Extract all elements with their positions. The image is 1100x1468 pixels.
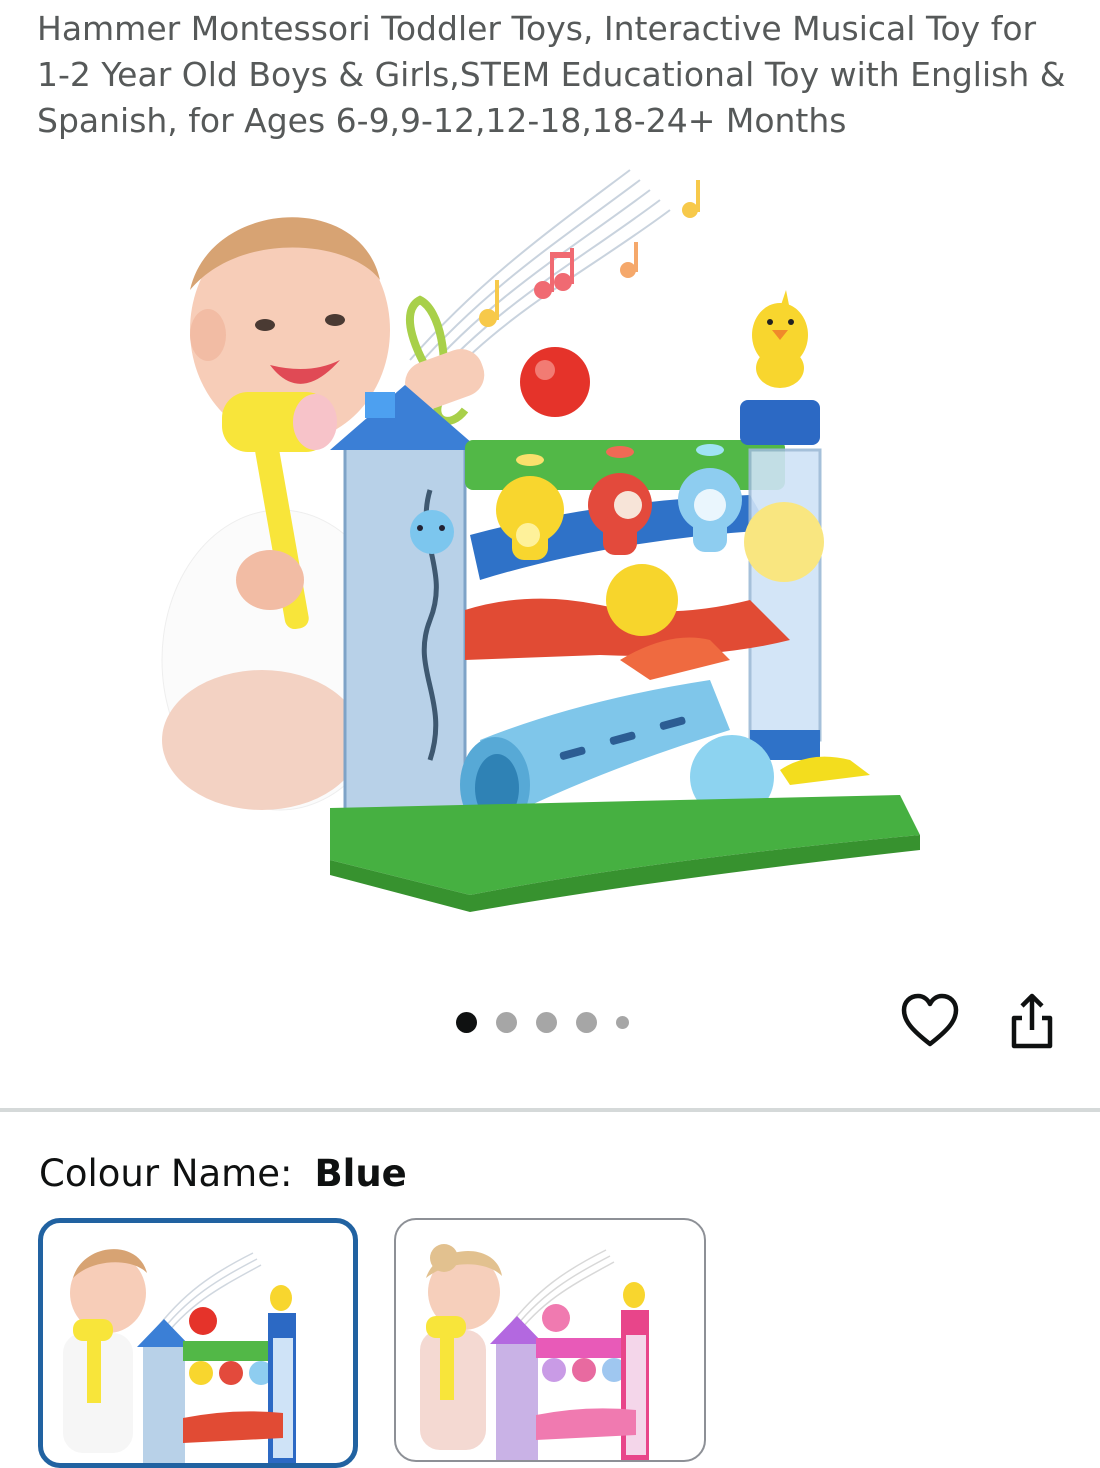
carousel-dot-4[interactable] — [576, 1011, 597, 1033]
toy-characters — [470, 468, 770, 580]
carousel-dot-1[interactable] — [456, 1011, 477, 1033]
colour-swatch-pink[interactable] — [394, 1218, 706, 1462]
section-divider — [0, 1108, 1100, 1112]
share-button[interactable] — [1000, 990, 1064, 1054]
colour-name-value: Blue — [314, 1152, 407, 1195]
toy-right-column — [740, 290, 824, 760]
swatch-thumbnail-blue — [63, 1249, 296, 1463]
carousel-dot-3[interactable] — [536, 1011, 557, 1033]
wishlist-button[interactable] — [898, 990, 962, 1054]
swatch-thumbnail-pink — [420, 1244, 649, 1460]
product-title: Hammer Montessori Toddler Toys, Interact… — [37, 9, 1066, 140]
toy-tower — [330, 385, 480, 822]
colour-swatch-blue[interactable] — [38, 1218, 358, 1468]
heart-icon — [901, 993, 959, 1047]
image-carousel-dots[interactable] — [456, 1011, 629, 1033]
product-main-image[interactable] — [150, 160, 950, 920]
colour-name-label: Colour Name: — [39, 1152, 293, 1195]
share-icon — [1011, 993, 1053, 1049]
colour-name-row: Colour Name: Blue — [39, 1150, 407, 1198]
toy-base — [330, 795, 920, 912]
carousel-dot-2[interactable] — [496, 1011, 517, 1033]
carousel-dot-5[interactable] — [616, 1015, 629, 1029]
brand-link-partial[interactable] — [40, 0, 300, 4]
